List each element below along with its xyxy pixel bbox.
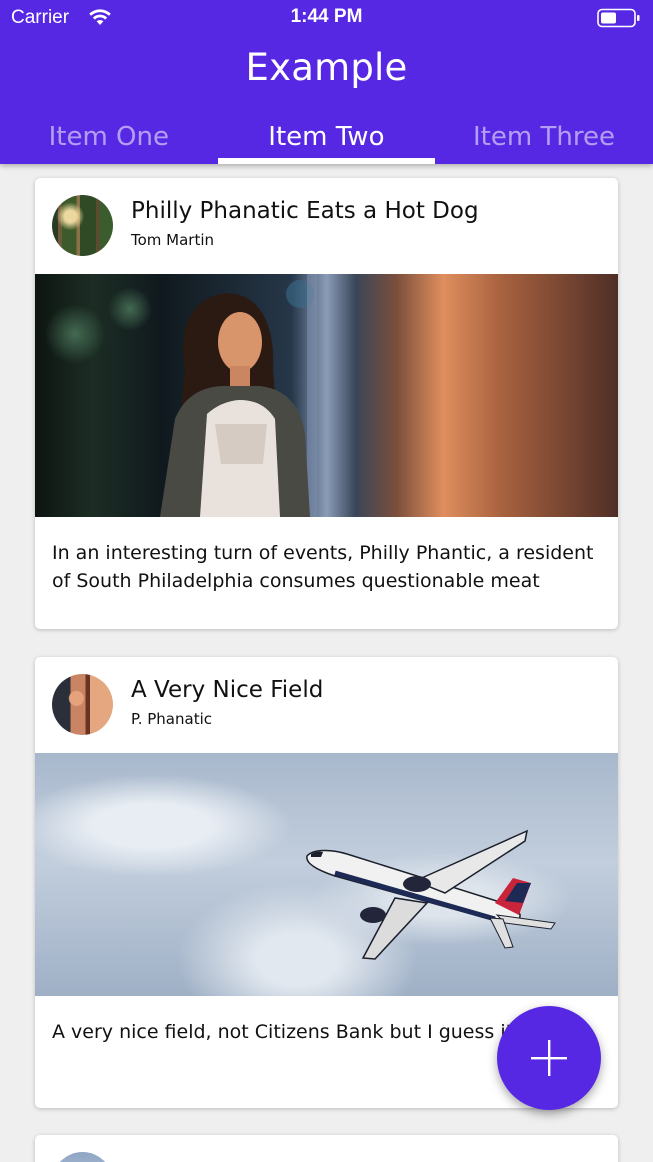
card-description: In an interesting turn of events, Philly…: [52, 542, 594, 592]
status-time: 1:44 PM: [290, 6, 363, 27]
active-tab-indicator: [217, 158, 436, 164]
card-author: Tom Martin: [131, 231, 215, 249]
app-header: Carrier 1:44 PM Example Item One Item Tw…: [0, 0, 653, 164]
tab-item-one[interactable]: Item One: [0, 114, 218, 164]
avatar: [52, 1152, 113, 1162]
avatar: [52, 195, 113, 256]
tab-label: Item One: [48, 122, 169, 152]
post-card[interactable]: [35, 1135, 618, 1162]
tab-item-two[interactable]: Item Two: [217, 114, 436, 164]
tab-label: Item Two: [268, 122, 385, 152]
card-title: Philly Phanatic Eats a Hot Dog: [131, 198, 479, 224]
plus-icon: [531, 1040, 567, 1076]
battery-icon: [597, 8, 640, 28]
tab-bar: Item One Item Two Item Three: [0, 114, 653, 164]
add-post-button[interactable]: [497, 1006, 601, 1110]
avatar: [52, 674, 113, 735]
tab-label: Item Three: [473, 122, 615, 152]
card-image: [35, 274, 618, 517]
airplane-icon: [306, 829, 556, 960]
app-screen: Carrier 1:44 PM Example Item One Item Tw…: [0, 0, 653, 1162]
post-card[interactable]: Philly Phanatic Eats a Hot Dog Tom Marti…: [35, 178, 618, 629]
status-bar: Carrier 1:44 PM: [0, 0, 653, 36]
tab-item-three[interactable]: Item Three: [435, 114, 653, 164]
card-author: P. Phanatic: [131, 710, 212, 728]
page-title: Example: [245, 46, 408, 89]
card-image: [35, 753, 618, 996]
woman-photo: [35, 274, 618, 517]
card-title: A Very Nice Field: [131, 677, 324, 703]
